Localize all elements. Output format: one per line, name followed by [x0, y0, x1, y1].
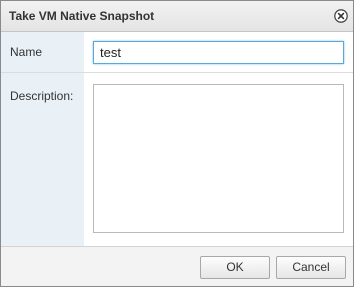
dialog-title: Take VM Native Snapshot: [9, 9, 155, 23]
row-divider: [1, 72, 353, 73]
dialog-titlebar: Take VM Native Snapshot: [1, 1, 353, 32]
cancel-button[interactable]: Cancel: [276, 256, 346, 279]
close-icon[interactable]: [334, 9, 348, 23]
ok-button[interactable]: OK: [200, 256, 270, 279]
description-label: Description:: [10, 89, 74, 103]
snapshot-dialog: Take VM Native Snapshot Name Description…: [0, 0, 354, 287]
snapshot-form: Name Description:: [1, 32, 353, 246]
name-label: Name: [10, 45, 43, 59]
label-column: [1, 32, 84, 246]
name-input[interactable]: [93, 41, 344, 64]
dialog-footer: OK Cancel: [1, 246, 353, 286]
description-textarea[interactable]: [93, 84, 344, 233]
